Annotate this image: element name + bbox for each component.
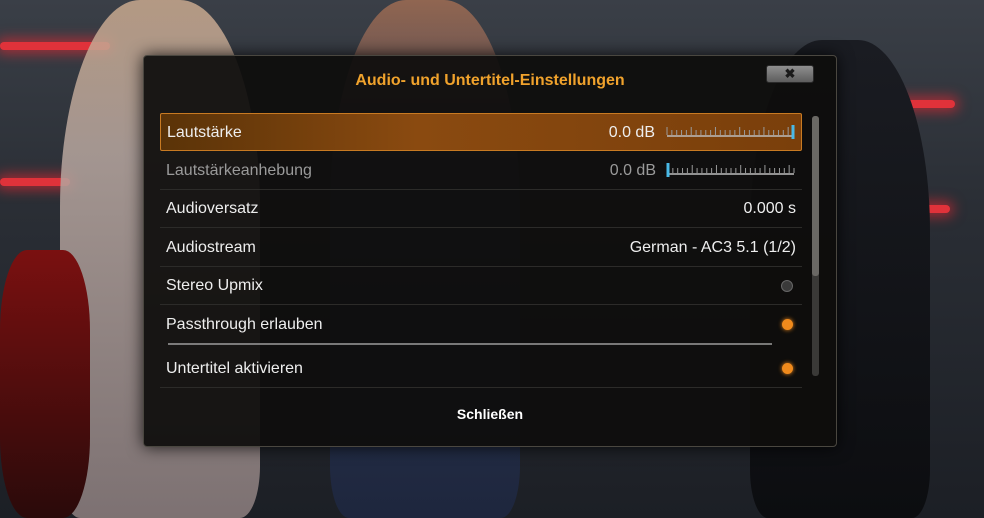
setting-label: Audiostream bbox=[166, 238, 256, 256]
setting-stereo-upmix[interactable]: Stereo Upmix bbox=[160, 267, 802, 306]
setting-audio-stream[interactable]: Audiostream German - AC3 5.1 (1/2) bbox=[160, 229, 802, 267]
setting-audio-offset[interactable]: Audioversatz 0.000 s bbox=[160, 190, 802, 229]
slider-handle bbox=[791, 125, 795, 139]
slider-handle bbox=[666, 162, 670, 177]
setting-label: Lautstärkeanhebung bbox=[166, 161, 312, 179]
volume-slider[interactable] bbox=[665, 125, 795, 139]
amplification-slider bbox=[666, 162, 796, 177]
dialog-title: Audio- und Untertitel-Einstellungen bbox=[355, 72, 625, 89]
close-dialog-button[interactable]: Schließen bbox=[144, 406, 836, 422]
setting-value: German - AC3 5.1 (1/2) bbox=[629, 238, 796, 256]
close-icon: ✖ bbox=[784, 66, 796, 81]
setting-passthrough[interactable]: Passthrough erlauben bbox=[160, 306, 802, 344]
scrollbar[interactable] bbox=[812, 116, 819, 376]
setting-value: 0.0 dB bbox=[608, 124, 655, 141]
settings-list: Lautstärke 0.0 dB Lautstärkeanhebung 0.0… bbox=[160, 113, 802, 389]
toggle-indicator[interactable] bbox=[782, 362, 793, 374]
setting-label: Untertitel aktivieren bbox=[166, 359, 303, 377]
setting-label: Stereo Upmix bbox=[166, 277, 263, 295]
setting-label: Passthrough erlauben bbox=[166, 315, 323, 333]
toggle-indicator[interactable] bbox=[782, 318, 793, 330]
close-button[interactable]: ✖ bbox=[766, 65, 814, 83]
setting-volume-amplification: Lautstärkeanhebung 0.0 dB bbox=[160, 152, 802, 190]
setting-subtitles-enable[interactable]: Untertitel aktivieren bbox=[160, 350, 802, 388]
audio-subtitle-settings-dialog: Audio- und Untertitel-Einstellungen ✖ La… bbox=[143, 55, 837, 447]
setting-value: 0.000 s bbox=[743, 200, 796, 218]
setting-label: Audioversatz bbox=[166, 200, 259, 218]
setting-volume[interactable]: Lautstärke 0.0 dB bbox=[160, 113, 802, 151]
toggle-indicator[interactable] bbox=[781, 280, 793, 293]
background-motorcycle bbox=[0, 250, 90, 518]
setting-value: 0.0 dB bbox=[609, 161, 656, 179]
scrollbar-thumb[interactable] bbox=[812, 116, 819, 276]
section-divider bbox=[168, 343, 772, 345]
setting-label: Lautstärke bbox=[167, 124, 242, 141]
